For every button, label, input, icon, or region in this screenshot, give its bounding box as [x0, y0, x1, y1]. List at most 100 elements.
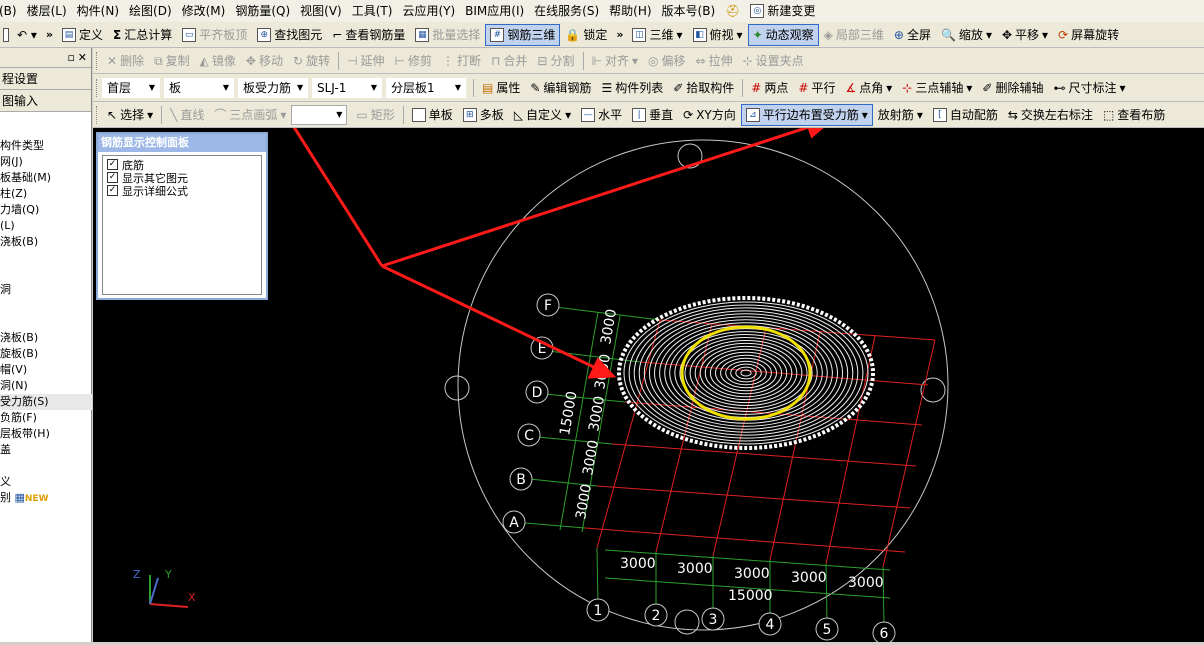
menu-online[interactable]: 在线服务(S)	[529, 0, 604, 22]
custom-dropdown[interactable]: ◺ 自定义 ▾	[509, 104, 576, 126]
menu-slab[interactable]: 板(B)	[0, 0, 22, 22]
toolbar-grip[interactable]	[96, 105, 99, 124]
tree-item[interactable]: 别 ▦NEW	[0, 490, 92, 506]
tree-item[interactable]: 帽(V)	[0, 362, 92, 378]
tree-item[interactable]: 旋板(B)	[0, 346, 92, 362]
tab-drawing-input[interactable]: 图输入	[0, 90, 91, 112]
menu-modify[interactable]: 修改(M)	[177, 0, 231, 22]
view-rebar-qty-button[interactable]: ⌐ 查看钢筋量	[327, 24, 410, 46]
doc-icon[interactable]	[0, 24, 12, 46]
close-icon[interactable]: ✕	[78, 51, 87, 64]
menu-floor[interactable]: 楼层(L)	[22, 0, 72, 22]
break-button[interactable]: ⋮ 打断	[437, 50, 486, 72]
menu-tools[interactable]: 工具(T)	[347, 0, 398, 22]
menu-bim[interactable]: BIM应用(I)	[460, 0, 529, 22]
find-element-button[interactable]: ⊕ 查找图元	[252, 24, 327, 46]
top-view-dropdown[interactable]: ◧ 俯视 ▾	[688, 24, 748, 46]
toolbar-overflow-icon[interactable]: »	[42, 28, 57, 41]
tree-item[interactable]: 力墙(Q)	[0, 202, 92, 218]
menu-help[interactable]: 帮助(H)	[604, 0, 656, 22]
three-point-arc-dropdown[interactable]: ⌒ 三点画弧 ▾	[209, 104, 291, 126]
point-angle-dropdown[interactable]: ∡ 点角 ▾	[840, 77, 897, 99]
copy-button[interactable]: ⧉ 复制	[149, 50, 195, 72]
tree-item[interactable]: 层板带(H)	[0, 426, 92, 442]
tree-item[interactable]	[0, 458, 92, 474]
tree-item[interactable]: 负筋(F)	[0, 410, 92, 426]
checkbox-show-formula[interactable]: ✓ 显示详细公式	[107, 184, 257, 198]
component-list-button[interactable]: ☰ 构件列表	[596, 77, 668, 99]
new-change-button[interactable]: ◎ 新建变更	[745, 0, 820, 22]
checkbox-icon[interactable]: ✓	[107, 159, 118, 170]
helmet-icon[interactable]: ⛑	[720, 0, 745, 22]
tree-item[interactable]	[0, 298, 92, 314]
align-top-button[interactable]: ▭ 平齐板顶	[177, 24, 252, 46]
rotate-button[interactable]: ↻ 旋转	[288, 50, 335, 72]
tree-item[interactable]	[0, 314, 92, 330]
tree-item[interactable]: 构件类型	[0, 138, 92, 154]
checkbox-icon[interactable]: ✓	[107, 172, 118, 183]
menu-component[interactable]: 构件(N)	[72, 0, 124, 22]
horizontal-button[interactable]: — 水平	[576, 104, 627, 126]
tree-item[interactable]: (L)	[0, 218, 92, 234]
tree-item[interactable]: 洞	[0, 282, 92, 298]
partial-3d-button[interactable]: ◈ 局部三维	[819, 24, 889, 46]
pan-dropdown[interactable]: ✥ 平移 ▾	[997, 24, 1053, 46]
batch-select-button[interactable]: ▦ 批量选择	[410, 24, 485, 46]
tree-item[interactable]: 板基础(M)	[0, 170, 92, 186]
multi-slab-button[interactable]: ⊞ 多板	[458, 104, 509, 126]
type-select[interactable]: 板受力筋 ▼	[238, 77, 308, 98]
menu-draw[interactable]: 绘图(D)	[124, 0, 177, 22]
tree-item[interactable]	[0, 266, 92, 282]
rebar-3d-button[interactable]: # 钢筋三维	[485, 23, 561, 46]
toolbar-grip[interactable]	[96, 51, 99, 70]
checkbox-icon[interactable]: ✓	[107, 185, 118, 196]
define-button[interactable]: ▤ 定义	[57, 24, 108, 46]
layer-select[interactable]: 分层板1 ▼	[386, 77, 466, 98]
arc-param-select[interactable]: ▼	[291, 104, 348, 125]
xy-direction-button[interactable]: ⟳ XY方向	[678, 104, 741, 126]
fullscreen-button[interactable]: ⊕ 全屏	[889, 24, 936, 46]
merge-button[interactable]: ⊓ 合并	[486, 50, 532, 72]
move-button[interactable]: ✥ 移动	[241, 50, 288, 72]
tree-item-selected[interactable]: 受力筋(S)	[0, 394, 92, 410]
menu-cloud[interactable]: 云应用(Y)	[397, 0, 460, 22]
tree-item[interactable]: 义	[0, 474, 92, 490]
two-point-button[interactable]: # 两点	[746, 77, 793, 99]
tree-item[interactable]: 浇板(B)	[0, 330, 92, 346]
tab-project-settings[interactable]: 程设置	[0, 68, 91, 90]
delete-axis-button[interactable]: ✐ 删除辅轴	[977, 77, 1048, 99]
view-layout-button[interactable]: ⬚ 查看布筋	[1098, 104, 1170, 126]
category-select[interactable]: 板 ▼	[164, 77, 234, 98]
name-select[interactable]: SLJ-1 ▼	[312, 77, 382, 98]
parallel-edge-rebar-button[interactable]: ⊿ 平行边布置受力筋 ▾	[740, 103, 873, 126]
screen-rotate-button[interactable]: ⟳ 屏幕旋转	[1053, 24, 1124, 46]
parallel-button[interactable]: # 平行	[793, 77, 840, 99]
tree-item[interactable]: 柱(Z)	[0, 186, 92, 202]
single-slab-button[interactable]: 单板	[407, 104, 458, 126]
tree-item[interactable]	[0, 250, 92, 266]
stretch-button[interactable]: ⇔ 拉伸	[691, 50, 738, 72]
menu-version[interactable]: 版本号(B)	[657, 0, 721, 22]
tree-item[interactable]: 网(J)	[0, 154, 92, 170]
toolbar-overflow-icon-2[interactable]: »	[612, 28, 627, 41]
auto-rebar-button[interactable]: [自动配筋	[928, 104, 1003, 126]
pin-icon[interactable]: ▫	[68, 51, 75, 64]
zoom-dropdown[interactable]: 🔍 缩放 ▾	[936, 24, 997, 46]
properties-button[interactable]: ▤ 属性	[477, 77, 525, 99]
view-3d-dropdown[interactable]: ◫ 三维 ▾	[627, 24, 687, 46]
delete-button[interactable]: ✕ 删除	[102, 50, 149, 72]
summary-calc-button[interactable]: Σ 汇总计算	[108, 24, 177, 46]
menu-rebar-qty[interactable]: 钢筋量(Q)	[230, 0, 295, 22]
pick-component-button[interactable]: ✐ 拾取构件	[668, 77, 739, 99]
swap-labels-button[interactable]: ⇆ 交换左右标注	[1003, 104, 1098, 126]
floor-select[interactable]: 首层 ▼	[102, 77, 160, 98]
tree-item[interactable]: 盖	[0, 442, 92, 458]
edit-rebar-button[interactable]: ✎ 编辑钢筋	[525, 77, 596, 99]
rectangle-button[interactable]: ▭ 矩形	[351, 104, 399, 126]
lock-button[interactable]: 🔒 锁定	[560, 24, 612, 46]
align-dropdown[interactable]: ⊩ 对齐 ▾	[587, 50, 644, 72]
toolbar-grip[interactable]	[96, 78, 99, 97]
extend-button[interactable]: ⊣ 延伸	[342, 50, 389, 72]
vertical-button[interactable]: | 垂直	[627, 104, 678, 126]
tree-item[interactable]: 浇板(B)	[0, 234, 92, 250]
